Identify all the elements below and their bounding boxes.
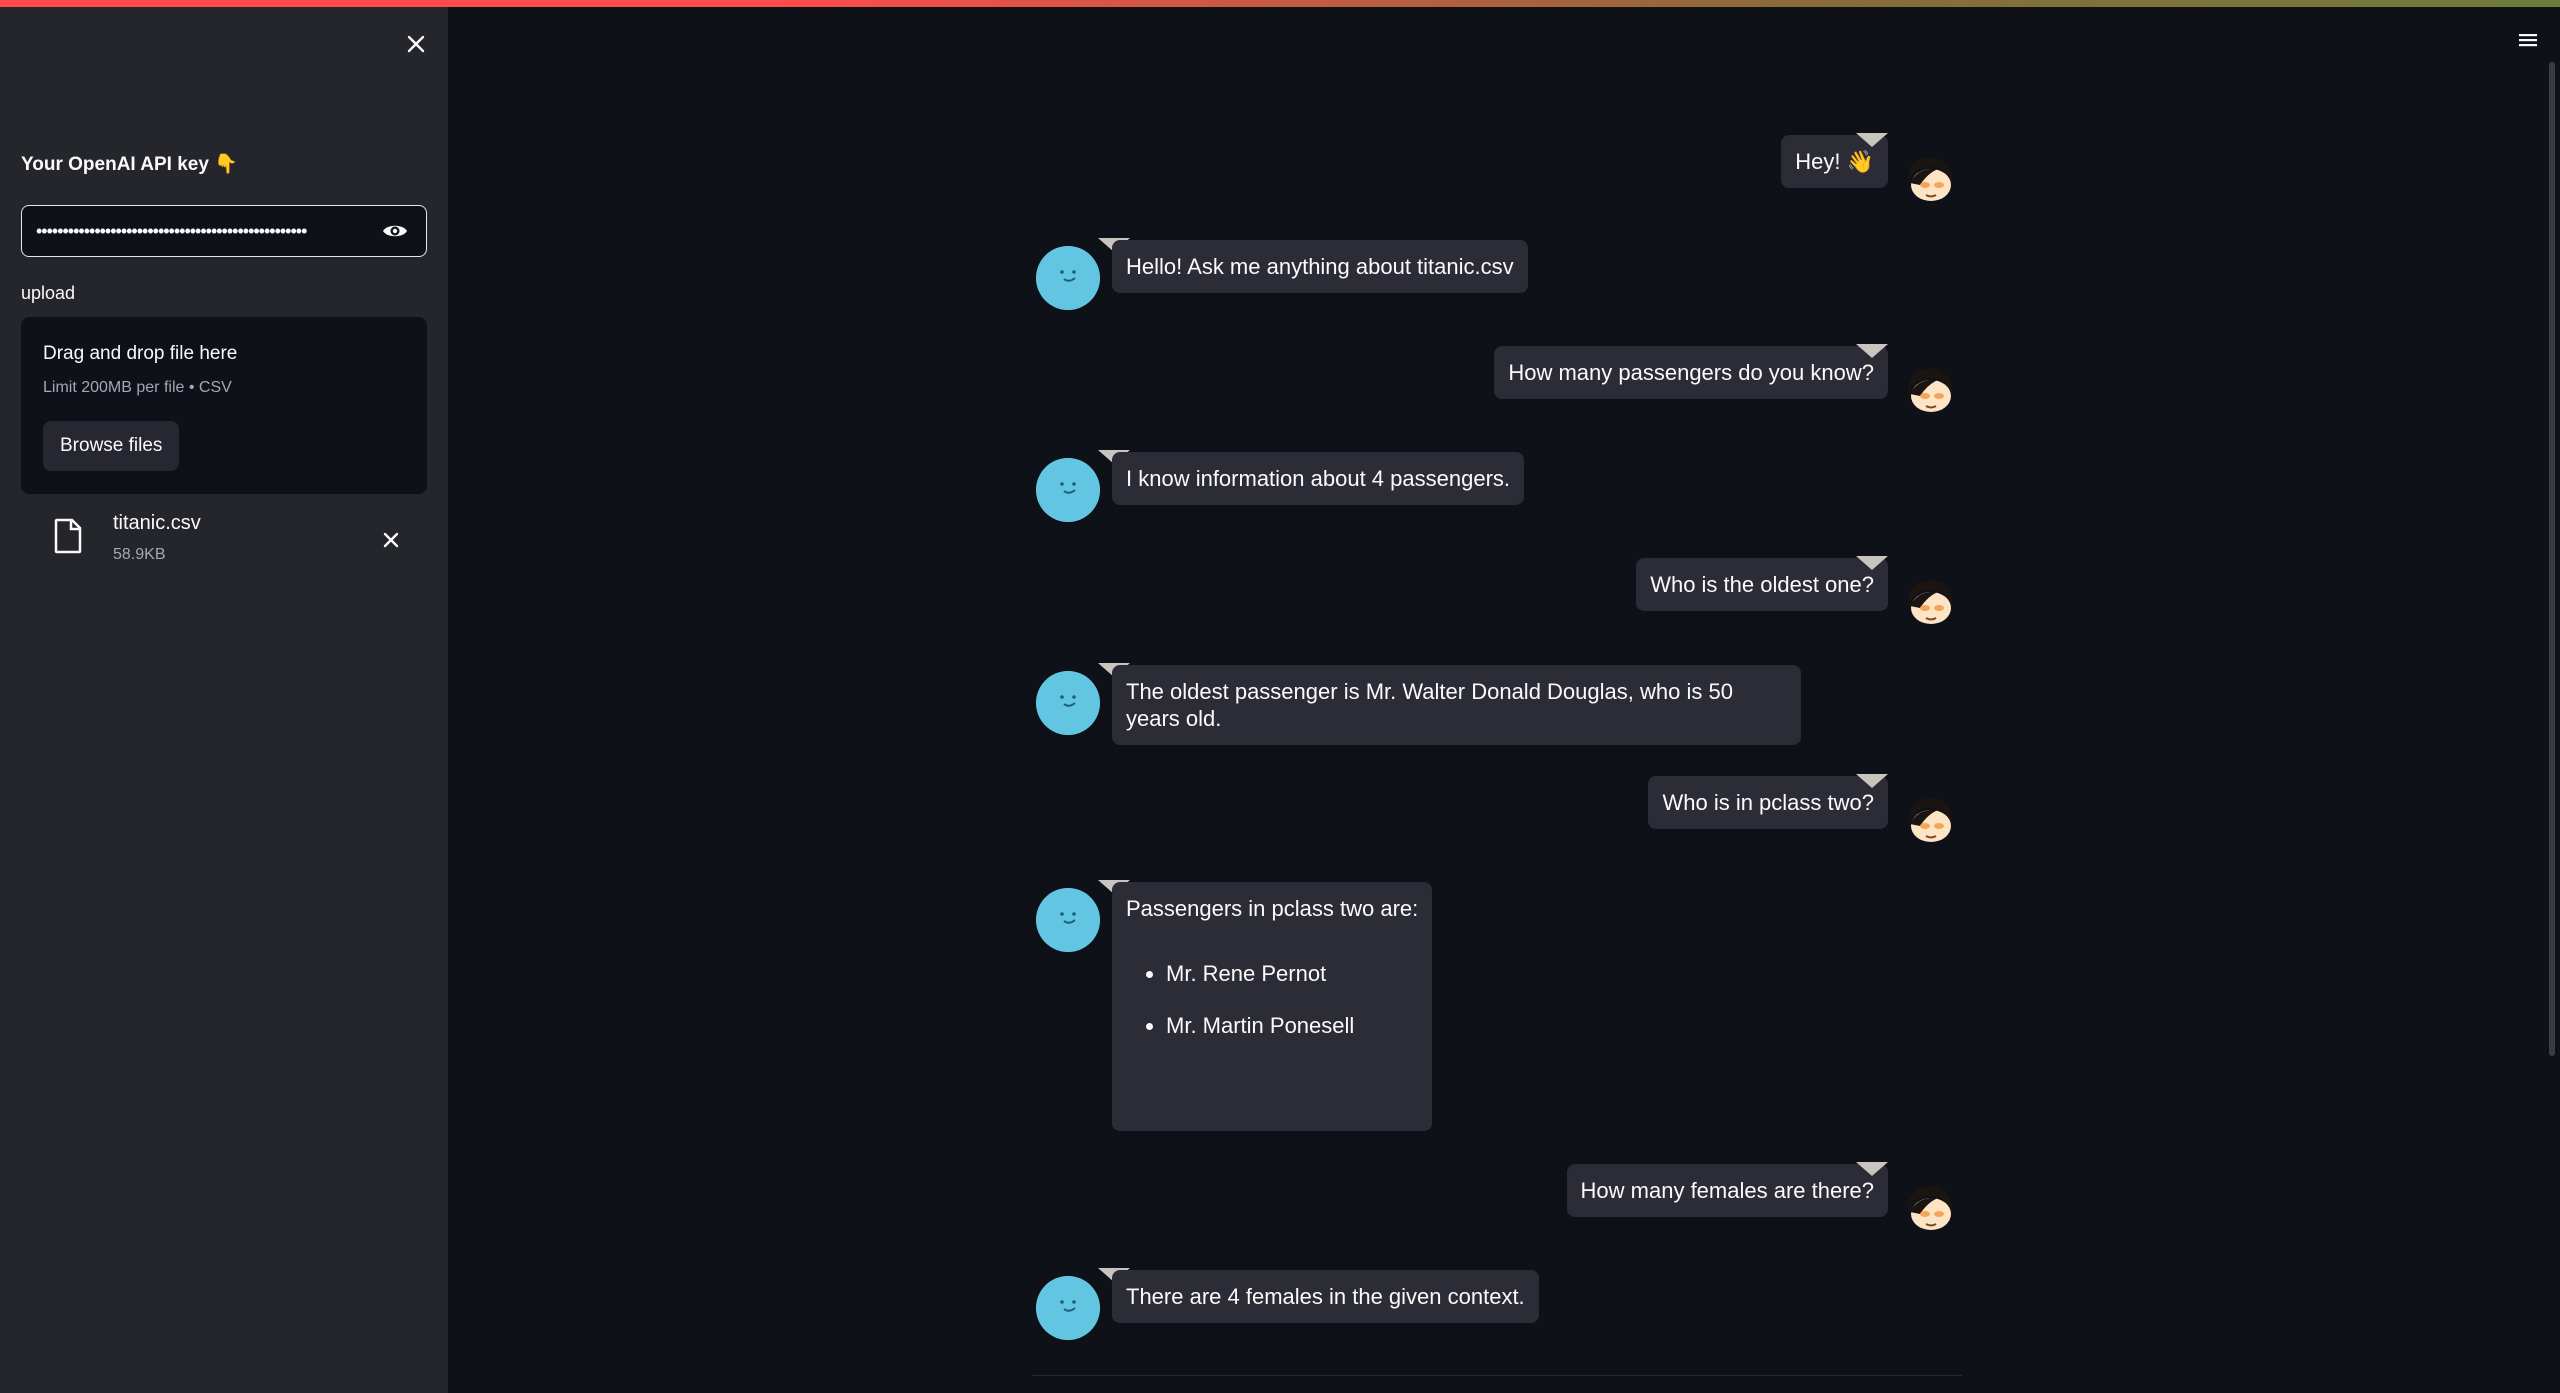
assistant-avatar-icon (1036, 671, 1100, 735)
message-bubble: Passengers in pclass two are: Mr. Rene P… (1112, 882, 1433, 1131)
bubble-notch (1856, 344, 1888, 358)
message-text: Who is the oldest one? (1650, 572, 1874, 597)
user-message: Who is the oldest one? (1032, 556, 1962, 634)
assistant-avatar-icon (1036, 888, 1100, 952)
scrollbar[interactable] (2549, 62, 2555, 1056)
close-sidebar-button[interactable] (398, 26, 434, 62)
message-bubble: Who is in pclass two? (1648, 776, 1888, 829)
assistant-avatar-icon (1036, 1276, 1100, 1340)
dropzone-limit: Limit 200MB per file • CSV (43, 379, 232, 396)
close-icon (383, 532, 399, 548)
assistant-avatar (1036, 246, 1100, 310)
message-text: How many females are there? (1580, 1178, 1874, 1203)
user-avatar (1898, 1174, 1962, 1238)
assistant-message: There are 4 females in the given context… (1032, 1268, 1962, 1346)
user-message: Hey! 👋 (1032, 133, 1962, 209)
file-icon (54, 518, 82, 554)
user-avatar (1898, 786, 1962, 850)
bubble-notch (1856, 133, 1888, 147)
api-key-value[interactable]: ••••••••••••••••••••••••••••••••••••••••… (36, 221, 370, 242)
message-bubble: How many females are there? (1566, 1164, 1888, 1217)
bubble-notch (1856, 774, 1888, 788)
user-avatar-icon (1898, 786, 1962, 850)
chat-area: Hey! 👋 Hello! Ask me anything about tita… (1032, 0, 1962, 1393)
assistant-message: Passengers in pclass two are: Mr. Rene P… (1032, 880, 1962, 1132)
user-avatar-icon (1898, 1174, 1962, 1238)
assistant-message: Hello! Ask me anything about titanic.csv (1032, 238, 1962, 316)
dropzone-title: Drag and drop file here (43, 343, 238, 364)
message-text: Hey! 👋 (1795, 149, 1874, 174)
close-icon (407, 35, 425, 53)
file-dropzone[interactable]: Drag and drop file here Limit 200MB per … (21, 317, 427, 494)
remove-file-button[interactable] (373, 522, 409, 558)
list-item: Mr. Rene Pernot (1166, 960, 1418, 987)
message-text: I know information about 4 passengers. (1126, 466, 1511, 491)
header-decoration-bar (0, 0, 2560, 7)
uploaded-file: titanic.csv 58.9KB (21, 504, 427, 574)
bubble-notch (1856, 556, 1888, 570)
assistant-avatar (1036, 671, 1100, 735)
upload-label: upload (21, 283, 76, 303)
chat-bottom-divider (1032, 1375, 1962, 1376)
user-avatar-icon (1898, 568, 1962, 632)
assistant-avatar-icon (1036, 458, 1100, 522)
user-avatar-icon (1898, 145, 1962, 209)
user-avatar (1898, 356, 1962, 420)
api-key-input[interactable]: ••••••••••••••••••••••••••••••••••••••••… (21, 205, 427, 257)
hamburger-icon (2519, 34, 2537, 47)
passenger-list: Mr. Rene Pernot Mr. Martin Ponesell (1126, 960, 1418, 1039)
assistant-message: The oldest passenger is Mr. Walter Donal… (1032, 663, 1962, 745)
message-text: There are 4 females in the given context… (1126, 1284, 1525, 1309)
message-bubble: I know information about 4 passengers. (1112, 452, 1525, 505)
api-key-label: Your OpenAI API key 👇 (21, 154, 238, 175)
user-message: Who is in pclass two? (1032, 774, 1962, 852)
message-text: Who is in pclass two? (1662, 790, 1874, 815)
message-bubble: Who is the oldest one? (1636, 558, 1888, 611)
message-text: Hello! Ask me anything about titanic.csv (1126, 254, 1514, 279)
eye-icon (383, 225, 407, 237)
browse-files-button[interactable]: Browse files (43, 421, 180, 471)
user-message: How many passengers do you know? (1032, 344, 1962, 422)
message-bubble: Hello! Ask me anything about titanic.csv (1112, 240, 1528, 293)
user-avatar-icon (1898, 356, 1962, 420)
assistant-message: I know information about 4 passengers. (1032, 450, 1962, 528)
message-bubble: There are 4 females in the given context… (1112, 1270, 1539, 1323)
user-avatar (1898, 145, 1962, 209)
main-menu-button[interactable] (2512, 24, 2544, 56)
user-message: How many females are there? (1032, 1162, 1962, 1240)
assistant-avatar (1036, 458, 1100, 522)
file-size: 58.9KB (113, 546, 166, 563)
message-text: The oldest passenger is Mr. Walter Donal… (1126, 679, 1733, 731)
assistant-avatar (1036, 888, 1100, 952)
message-text: How many passengers do you know? (1508, 360, 1874, 385)
file-name: titanic.csv (113, 512, 201, 534)
user-avatar (1898, 568, 1962, 632)
assistant-avatar (1036, 1276, 1100, 1340)
assistant-avatar-icon (1036, 246, 1100, 310)
message-bubble: How many passengers do you know? (1494, 346, 1888, 399)
list-item: Mr. Martin Ponesell (1166, 1012, 1418, 1039)
bubble-notch (1856, 1162, 1888, 1176)
message-text: Passengers in pclass two are: (1126, 896, 1419, 921)
sidebar: Your OpenAI API key 👇 ••••••••••••••••••… (0, 0, 448, 1393)
show-password-button[interactable] (378, 214, 412, 248)
message-bubble: The oldest passenger is Mr. Walter Donal… (1112, 665, 1801, 745)
